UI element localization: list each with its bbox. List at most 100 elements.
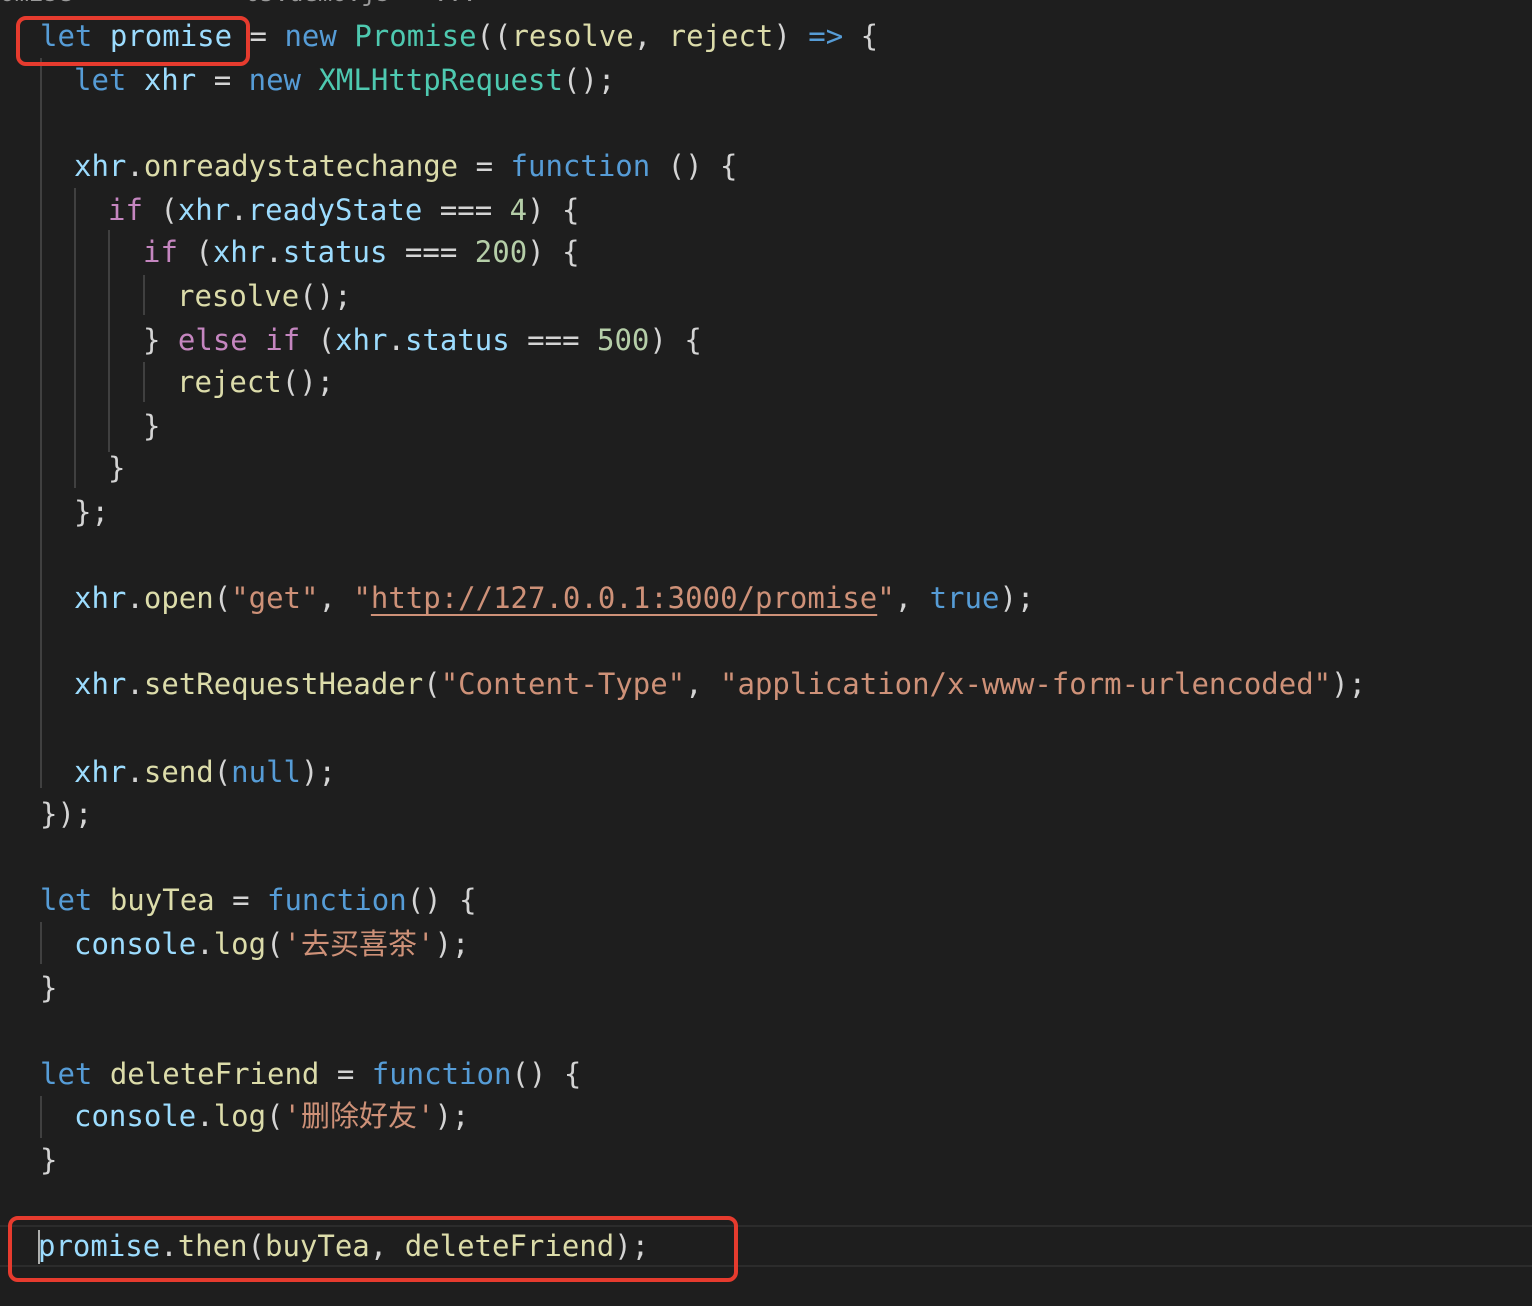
code-line[interactable]: xhr.setRequestHeader("Content-Type", "ap… — [74, 664, 1366, 704]
token-punctuation: ( — [423, 667, 441, 701]
code-editor[interactable]: omise › 05.demo.js › ... let promise = n… — [0, 0, 1532, 1306]
code-line[interactable]: let deleteFriend = function() { — [40, 1054, 581, 1094]
token-operator: === — [422, 193, 510, 227]
token-variable: xhr — [177, 193, 231, 227]
code-line[interactable]: reject(); — [177, 362, 334, 402]
token-function: resolve — [177, 279, 300, 313]
url-link[interactable]: http://127.0.0.1:3000/promise — [371, 581, 877, 615]
token-punctuation: ) { — [527, 235, 580, 269]
code-line[interactable]: xhr.open("get", "http://127.0.0.1:3000/p… — [74, 578, 1034, 618]
token-punctuation: , — [685, 667, 721, 701]
token-property: onreadystatechange — [143, 149, 459, 183]
token-punctuation: . — [126, 149, 144, 183]
code-line[interactable]: console.log('去买喜茶'); — [74, 924, 469, 964]
token-keyword: let — [74, 63, 127, 97]
token-punctuation: ( — [142, 193, 178, 227]
token-punctuation: ( — [213, 755, 232, 789]
token-control: if — [265, 323, 301, 357]
token-punctuation: ( — [177, 235, 213, 269]
token-punctuation: ); — [301, 755, 336, 789]
token-keyword: let — [40, 883, 93, 917]
token-punctuation: . — [126, 667, 144, 701]
token-punctuation: ) — [773, 19, 809, 53]
token-punctuation: (); — [562, 63, 616, 97]
token-punctuation: }); — [40, 797, 93, 831]
token-punctuation: ); — [1331, 667, 1367, 701]
token-string: '删除好友' — [283, 1099, 435, 1133]
token-variable: xhr — [74, 581, 127, 615]
token-operator: === — [387, 235, 475, 269]
token-property: status — [282, 235, 388, 269]
code-line[interactable]: resolve(); — [177, 276, 352, 316]
token-punctuation: . — [387, 323, 405, 357]
token-control: if — [108, 193, 143, 227]
annotation-box-promise-declaration — [16, 16, 250, 66]
token-number: 500 — [597, 323, 650, 357]
indent-guide — [40, 58, 42, 788]
token-null: null — [231, 755, 302, 789]
token-number: 4 — [509, 193, 528, 227]
token-punctuation: } — [40, 1143, 58, 1177]
code-line[interactable]: } — [143, 406, 160, 446]
indent-guide — [108, 230, 110, 452]
breadcrumb[interactable]: omise › 05.demo.js › ... — [0, 0, 477, 8]
token-string: '去买喜茶' — [283, 927, 435, 961]
token-punctuation: . — [126, 581, 144, 615]
token-variable: deleteFriend — [92, 1057, 320, 1091]
token-string: "get" — [231, 581, 319, 615]
token-function: send — [143, 755, 214, 789]
token-punctuation: { — [843, 19, 879, 53]
token-keyword: function — [371, 1057, 512, 1091]
token-variable: console — [74, 927, 197, 961]
token-punctuation: ( — [300, 323, 336, 357]
token-punctuation: ); — [434, 1099, 470, 1133]
token-punctuation: ); — [434, 927, 470, 961]
token-property: status — [404, 323, 510, 357]
token-punctuation: () { — [650, 149, 738, 183]
token-punctuation: () { — [511, 1057, 582, 1091]
indent-guide — [40, 1096, 42, 1138]
token-variable: xhr — [126, 63, 197, 97]
token-function: setRequestHeader — [143, 667, 424, 701]
code-line[interactable]: console.log('删除好友'); — [74, 1096, 469, 1136]
code-line[interactable]: }); — [40, 794, 92, 834]
token-punctuation: ( — [266, 1099, 284, 1133]
token-punctuation: , — [318, 581, 354, 615]
token-punctuation: ) { — [527, 193, 580, 227]
code-line[interactable]: if (xhr.status === 200) { — [143, 232, 580, 272]
token-keyword: new — [284, 19, 337, 53]
token-parameter: reject — [668, 19, 774, 53]
token-string-quote: " — [353, 581, 371, 615]
code-line[interactable]: } else if (xhr.status === 500) { — [143, 320, 702, 360]
code-line[interactable]: let xhr = new XMLHttpRequest(); — [74, 60, 615, 100]
code-line[interactable]: } — [40, 1140, 57, 1180]
token-keyword: function — [267, 883, 407, 917]
token-class: Promise — [336, 19, 477, 53]
token-operator: === — [509, 323, 598, 357]
token-punctuation: (); — [281, 365, 335, 399]
token-arrow: => — [808, 19, 844, 53]
code-line[interactable]: xhr.onreadystatechange = function () { — [74, 146, 738, 186]
token-control: else — [177, 323, 248, 357]
token-keyword: new — [248, 63, 302, 97]
code-line[interactable]: }; — [74, 492, 109, 532]
indent-guide — [143, 275, 145, 315]
code-line[interactable]: xhr.send(null); — [74, 752, 336, 792]
token-punctuation: () { — [406, 883, 477, 917]
code-line[interactable]: } — [108, 448, 125, 488]
token-boolean: true — [929, 581, 1000, 615]
code-line[interactable]: if (xhr.readyState === 4) { — [108, 190, 579, 230]
code-line[interactable]: } — [40, 968, 57, 1008]
token-punctuation: } — [143, 409, 161, 443]
token-variable: xhr — [74, 667, 127, 701]
code-line[interactable]: let buyTea = function() { — [40, 880, 477, 920]
token-punctuation: . — [196, 927, 214, 961]
token-operator: = — [214, 883, 267, 917]
token-punctuation: ( — [266, 927, 284, 961]
indent-guide — [143, 362, 145, 402]
token-keyword: let — [40, 1057, 93, 1091]
token-variable: xhr — [74, 149, 127, 183]
token-string-quote: " — [877, 581, 895, 615]
token-punctuation: } — [108, 451, 126, 485]
